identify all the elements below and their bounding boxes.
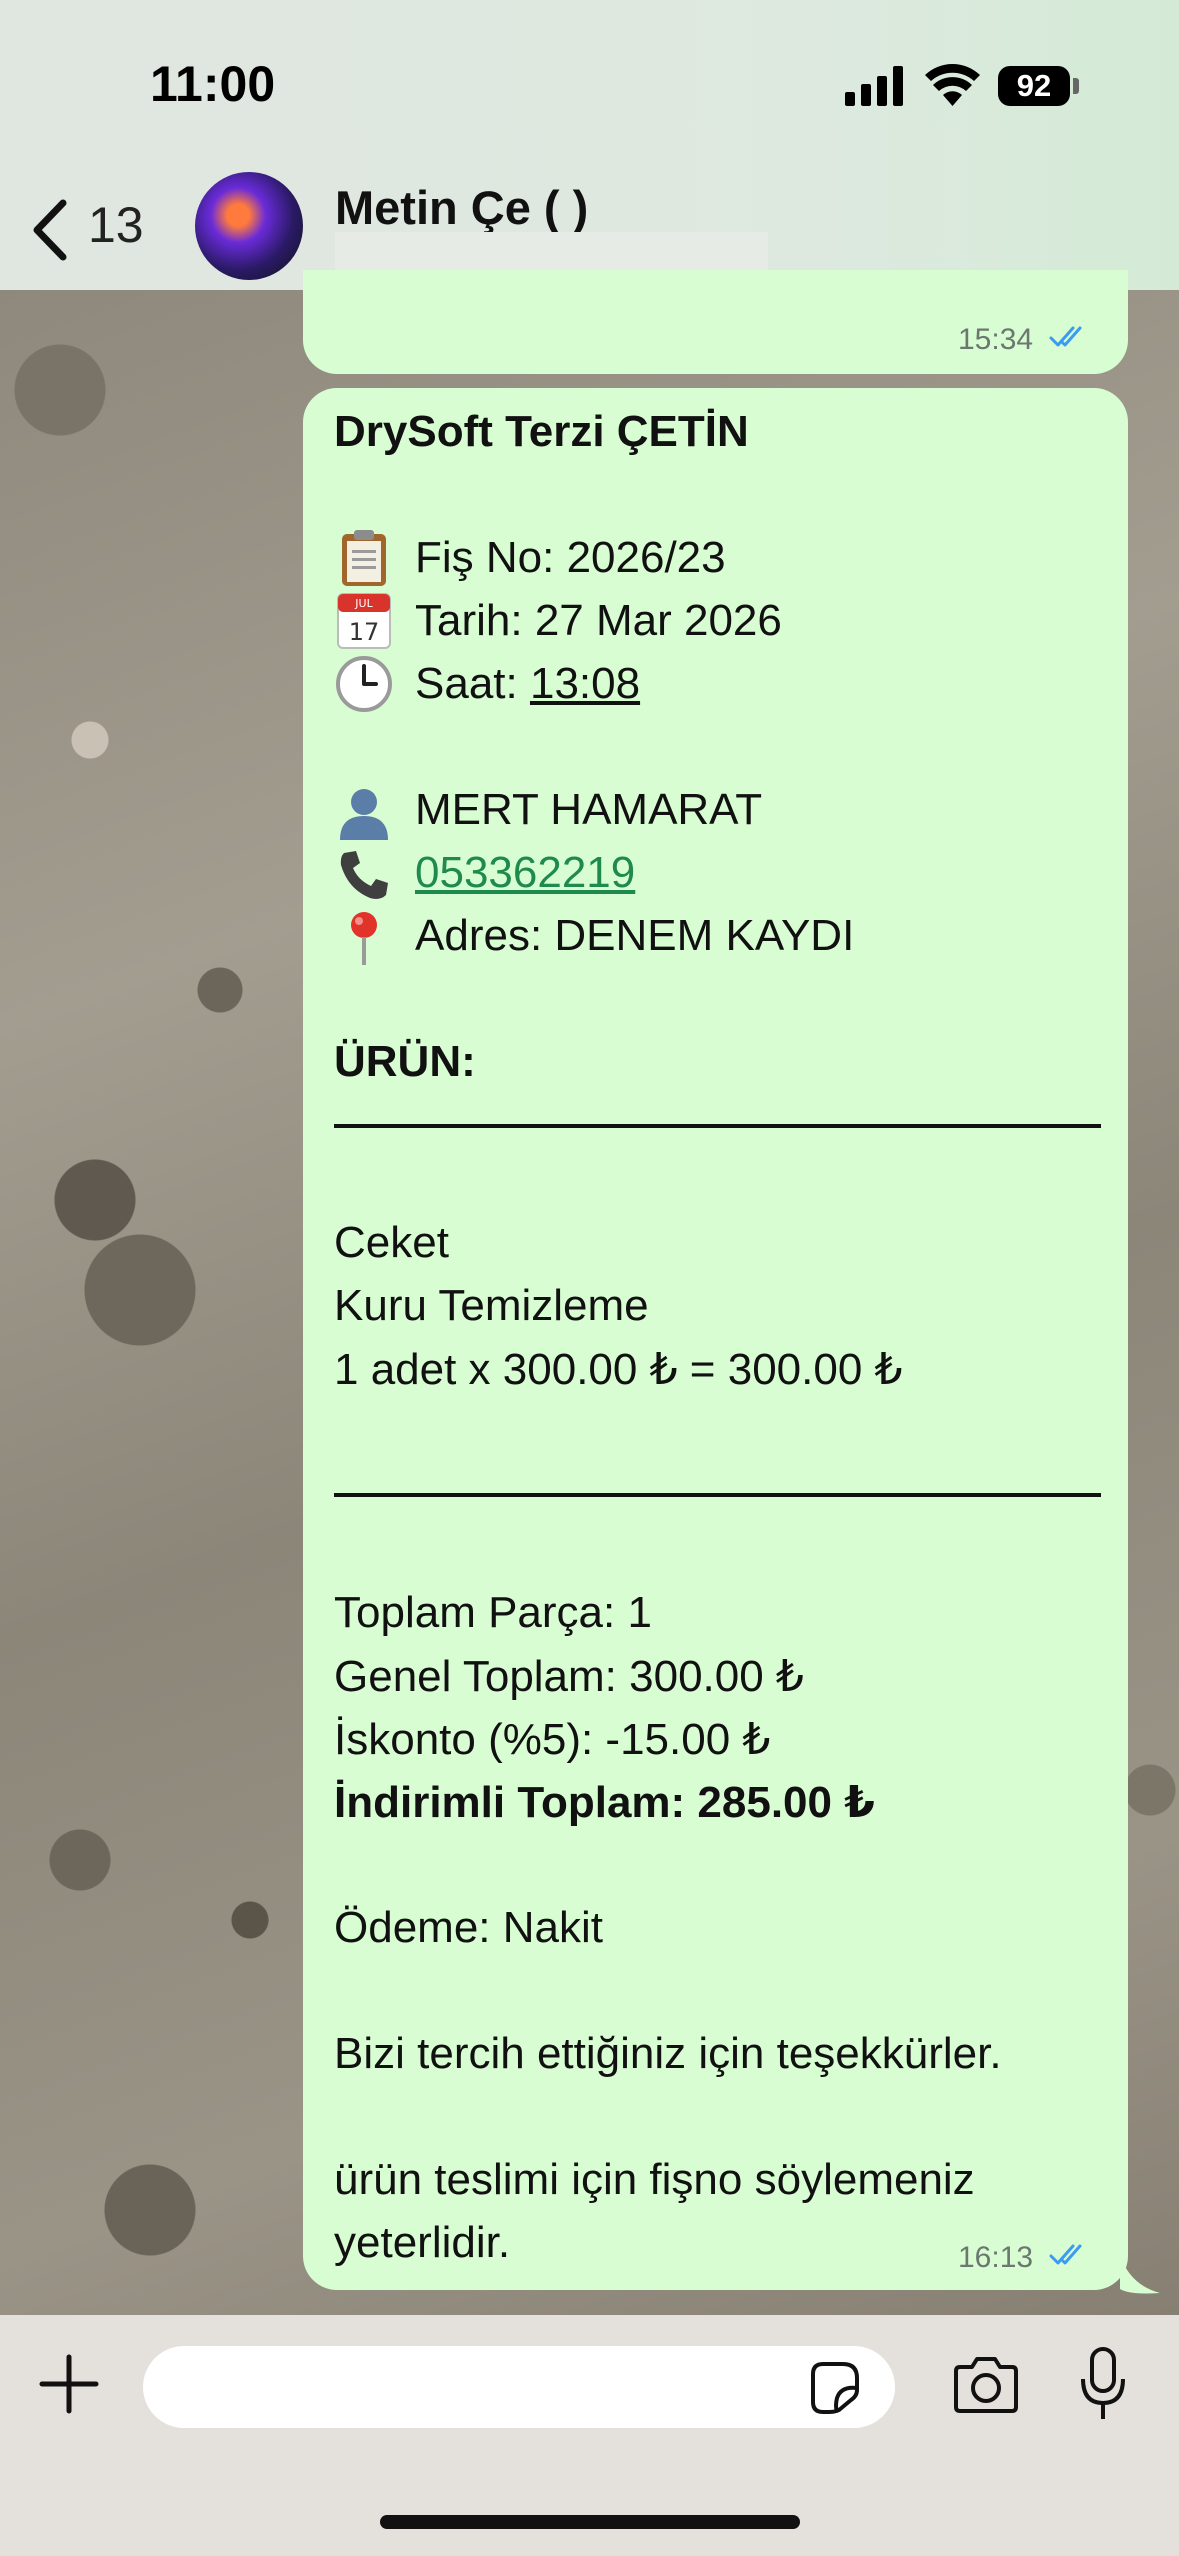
message-bubble-previous[interactable] bbox=[303, 270, 1128, 374]
microphone-icon[interactable] bbox=[1078, 2345, 1128, 2423]
person-icon bbox=[340, 789, 388, 840]
item-service: Kuru Temizleme bbox=[334, 1281, 649, 1330]
total-pieces: Toplam Parça: 1 bbox=[334, 1588, 652, 1637]
phone-link[interactable]: 053362219 bbox=[415, 848, 635, 897]
receipt-time-label: Saat: bbox=[415, 659, 530, 708]
message-time: 15:34 bbox=[958, 323, 1034, 356]
customer-name: MERT HAMARAT bbox=[415, 785, 763, 834]
thanks-text: Bizi tercih ettiğiniz için teşekkürler. bbox=[334, 2029, 1002, 2078]
product-heading: ÜRÜN: bbox=[334, 1037, 476, 1086]
read-ticks-icon bbox=[1049, 324, 1091, 358]
sticker-icon[interactable] bbox=[805, 2360, 861, 2416]
discounted-total: İndirimli Toplam: 285.00 ₺ bbox=[334, 1778, 875, 1827]
pin-icon bbox=[351, 912, 377, 965]
message-time: 16:13 bbox=[958, 2241, 1034, 2274]
home-indicator bbox=[380, 2515, 800, 2529]
message-input[interactable] bbox=[143, 2346, 895, 2428]
divider bbox=[334, 1124, 1101, 1128]
phone-row: 053362219 bbox=[415, 848, 697, 898]
signal-icon bbox=[845, 66, 905, 106]
item-name: Ceket bbox=[334, 1218, 449, 1267]
svg-text:17: 17 bbox=[349, 618, 380, 646]
read-ticks-icon bbox=[1049, 2242, 1091, 2276]
contact-name[interactable]: Metin Çe ( ) bbox=[335, 180, 588, 235]
clipboard-icon bbox=[342, 530, 386, 586]
grand-total: Genel Toplam: 300.00 ₺ bbox=[334, 1652, 804, 1701]
note-line-2: yeterlidir. bbox=[334, 2218, 511, 2267]
back-chevron-icon[interactable] bbox=[25, 195, 85, 265]
phone-icon bbox=[340, 851, 388, 899]
calendar-icon: JUL 17 bbox=[337, 593, 391, 649]
receipt-title: DrySoft Terzi ÇETİN bbox=[334, 407, 749, 456]
battery-cap bbox=[1073, 78, 1079, 94]
receipt-time-row: Saat: 13:08 bbox=[415, 659, 640, 709]
battery-level: 92 bbox=[998, 66, 1070, 106]
bubble-tail bbox=[1120, 2255, 1160, 2294]
svg-text:JUL: JUL bbox=[354, 597, 373, 610]
note-line-1: ürün teslimi için fişno söylemeniz bbox=[334, 2155, 975, 2204]
receipt-time-value[interactable]: 13:08 bbox=[530, 659, 640, 708]
message-meta: 16:13 bbox=[958, 2241, 1091, 2276]
unread-count[interactable]: 13 bbox=[88, 196, 144, 254]
discount: İskonto (%5): -15.00 ₺ bbox=[334, 1715, 771, 1764]
receipt-number: Fiş No: 2026/23 bbox=[415, 533, 726, 582]
receipt-date: Tarih: 27 Mar 2026 bbox=[415, 596, 782, 645]
address: Adres: DENEM KAYDI bbox=[415, 911, 855, 960]
wifi-icon bbox=[925, 64, 980, 106]
camera-icon[interactable] bbox=[950, 2355, 1022, 2415]
clock-icon bbox=[336, 656, 392, 712]
plus-icon[interactable] bbox=[38, 2353, 100, 2415]
message-meta: 15:34 bbox=[958, 323, 1091, 358]
item-line: 1 adet x 300.00 ₺ = 300.00 ₺ bbox=[334, 1345, 903, 1394]
avatar[interactable] bbox=[195, 172, 303, 280]
divider bbox=[334, 1493, 1101, 1497]
payment-method: Ödeme: Nakit bbox=[334, 1903, 603, 1952]
status-time: 11:00 bbox=[150, 56, 276, 112]
